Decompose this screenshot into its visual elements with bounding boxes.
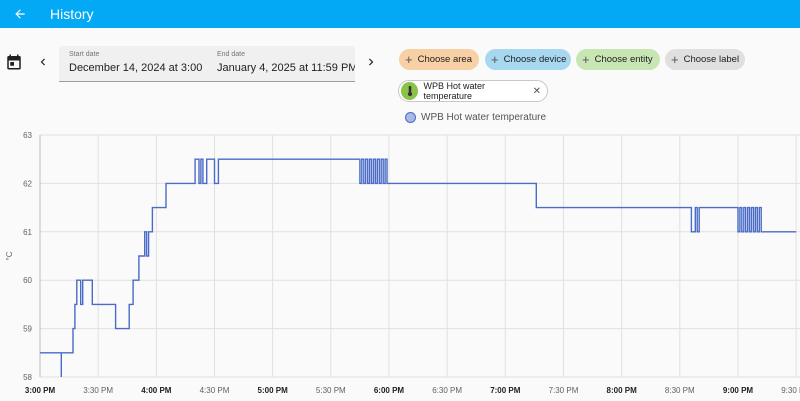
choose-device-chip[interactable]: + Choose device — [485, 49, 571, 70]
y-tick-label: 59 — [23, 325, 32, 334]
end-date-field[interactable]: End date January 4, 2025 at 11:59 PM — [207, 46, 355, 82]
chevron-left-icon[interactable] — [35, 54, 51, 70]
page-title: History — [50, 6, 94, 22]
y-axis-label: °C — [5, 251, 14, 260]
x-tick-label: 7:30 PM — [549, 386, 579, 395]
history-toolbar: Start date December 14, 2024 at 3:00 PM … — [0, 40, 800, 140]
chevron-right-icon[interactable] — [363, 54, 379, 70]
choose-area-chip[interactable]: + Choose area — [399, 49, 479, 70]
start-date-label: Start date — [69, 51, 100, 58]
x-tick-label: 7:00 PM — [490, 386, 521, 395]
legend-series-label: WPB Hot water temperature — [421, 112, 547, 123]
plus-icon: + — [671, 52, 679, 67]
arrow-left-icon[interactable] — [0, 0, 40, 28]
plus-icon: + — [405, 52, 413, 67]
plus-icon: + — [491, 52, 499, 67]
thermometer-icon — [401, 82, 419, 100]
choose-entity-chip[interactable]: + Choose entity — [576, 49, 660, 70]
close-icon[interactable]: ✕ — [533, 86, 541, 97]
x-tick-label: 4:30 PM — [200, 386, 230, 395]
temperature-chart[interactable]: 63 62 61 60 59 58 3:00 PM 3:30 PM 4:00 PM 4:30 PM… — [0, 128, 800, 401]
end-date-value: January 4, 2025 at 11:59 PM — [217, 62, 355, 74]
selected-entity-chip[interactable]: WPB Hot water temperature ✕ — [398, 80, 548, 102]
x-tick-label: 3:30 PM — [83, 386, 113, 395]
choose-entity-label: Choose entity — [594, 54, 653, 65]
x-tick-label: 6:00 PM — [374, 386, 405, 395]
x-tick-label: 5:30 PM — [316, 386, 346, 395]
start-date-field[interactable]: Start date December 14, 2024 at 3:00 PM — [59, 46, 207, 82]
choose-label-chip[interactable]: + Choose label — [665, 49, 745, 70]
choose-device-label: Choose device — [503, 54, 567, 65]
x-tick-label: 8:30 PM — [665, 386, 695, 395]
selected-entity-label: WPB Hot water temperature — [423, 81, 485, 101]
x-tick-label: 6:30 PM — [432, 386, 462, 395]
x-tick-label: 3:00 PM — [25, 386, 56, 395]
y-tick-label: 63 — [23, 131, 32, 140]
calendar-icon[interactable] — [5, 53, 23, 71]
x-tick-label: 8:00 PM — [607, 386, 638, 395]
x-tick-label: 9:00 PM — [723, 386, 754, 395]
app-bar: History — [0, 0, 800, 28]
choose-label-label: Choose label — [683, 54, 740, 65]
legend-swatch — [405, 112, 416, 123]
y-tick-label: 58 — [23, 373, 32, 382]
x-tick-label: 4:00 PM — [141, 386, 172, 395]
x-tick-label: 9:30 PM — [781, 386, 800, 395]
date-range-picker[interactable]: Start date December 14, 2024 at 3:00 PM … — [59, 46, 355, 82]
y-tick-label: 62 — [23, 179, 32, 188]
end-date-label: End date — [217, 51, 246, 58]
x-tick-label: 5:00 PM — [258, 386, 289, 395]
chart-legend[interactable]: WPB Hot water temperature — [405, 112, 546, 123]
start-date-value: December 14, 2024 at 3:00 PM — [69, 62, 205, 74]
y-tick-label: 60 — [23, 276, 32, 285]
plus-icon: + — [582, 52, 590, 67]
choose-area-label: Choose area — [417, 54, 472, 65]
y-tick-label: 61 — [23, 228, 32, 237]
